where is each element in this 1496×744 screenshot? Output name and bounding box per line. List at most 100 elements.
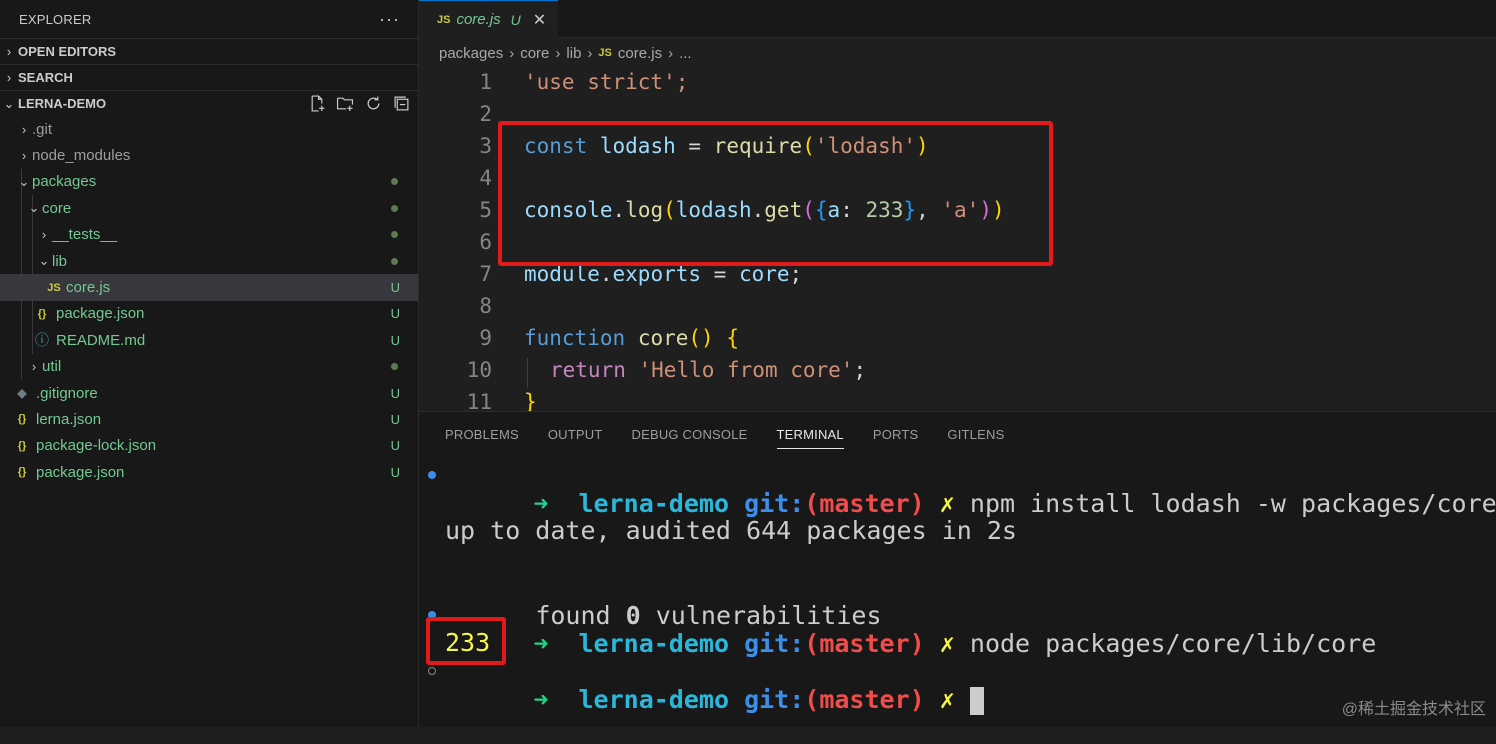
modified-dot-icon <box>391 257 398 265</box>
code-line: 11 } <box>419 386 537 411</box>
explorer-title: EXPLORER <box>19 11 92 27</box>
tree-item-lerna-json[interactable]: {} lerna.json U <box>0 406 418 432</box>
line-number: 5 <box>479 198 492 222</box>
breadcrumb-item[interactable]: core.js <box>618 45 662 62</box>
tree-item-label: package.json <box>36 463 125 481</box>
line-number: 1 <box>479 70 492 94</box>
code-line: 6 <box>419 226 492 258</box>
tab-debug-console[interactable]: DEBUG CONSOLE <box>632 427 748 442</box>
breadcrumb-item[interactable]: packages <box>439 45 503 62</box>
tab-bar: JS core.js U ✕ <box>419 0 1496 38</box>
tree-item-label: core.js <box>66 279 111 297</box>
line-number: 8 <box>479 294 492 318</box>
terminal[interactable]: ➜ lerna-demo git:(master) ✗ npm install … <box>419 456 1496 727</box>
command-pending-icon <box>428 667 436 675</box>
panel-tabs: PROBLEMS OUTPUT DEBUG CONSOLE TERMINAL P… <box>419 412 1496 456</box>
file-tree: › .git › node_modules ⌄ packages ⌄ core … <box>0 116 418 485</box>
new-file-icon[interactable] <box>308 95 326 113</box>
untracked-badge: U <box>390 280 400 296</box>
tree-item-label: .gitignore <box>36 384 98 402</box>
tree-item-package-lock-json[interactable]: {} package-lock.json U <box>0 433 418 459</box>
section-label: OPEN EDITORS <box>18 44 117 59</box>
new-folder-icon[interactable] <box>336 95 354 113</box>
tree-item-label: lib <box>52 252 68 270</box>
code-line: 1 'use strict'; <box>419 66 688 98</box>
tree-item-label: __tests__ <box>52 226 118 244</box>
section-search[interactable]: › SEARCH <box>0 64 418 90</box>
tab-ports[interactable]: PORTS <box>873 427 919 442</box>
js-file-icon: JS <box>437 13 451 26</box>
tab-label: core.js <box>456 11 501 28</box>
tree-item-label: util <box>42 358 62 376</box>
close-icon[interactable]: ✕ <box>533 10 546 30</box>
breadcrumb-item[interactable]: core <box>520 45 549 62</box>
tree-item-tests[interactable]: › __tests__ <box>0 222 418 248</box>
bottom-panel: PROBLEMS OUTPUT DEBUG CONSOLE TERMINAL P… <box>419 411 1496 727</box>
chevron-down-icon: ⌄ <box>38 253 50 269</box>
modified-dot-icon <box>391 231 398 239</box>
line-number: 10 <box>466 358 492 382</box>
chevron-right-icon: › <box>31 359 37 375</box>
code-line: 2 <box>419 98 492 130</box>
code-line: 8 <box>419 290 492 322</box>
breadcrumb-item[interactable]: ... <box>679 45 692 62</box>
tab-problems[interactable]: PROBLEMS <box>445 427 519 442</box>
breadcrumb: packages › core › lib › JS core.js › ... <box>439 44 692 62</box>
json-file-icon: {} <box>17 466 27 479</box>
refresh-icon[interactable] <box>364 95 382 113</box>
untracked-badge: U <box>390 332 400 348</box>
info-file-icon: ⓘ <box>35 332 49 349</box>
tree-item-label: package-lock.json <box>36 437 157 455</box>
explorer-header: EXPLORER ··· <box>0 0 418 38</box>
tree-item-root-package-json[interactable]: {} package.json U <box>0 459 418 485</box>
chevron-down-icon: ⌄ <box>28 200 40 216</box>
git-file-icon: ◆ <box>17 386 27 401</box>
tab-core-js[interactable]: JS core.js U ✕ <box>419 0 559 38</box>
highlight-box <box>498 121 1053 266</box>
tree-item-node-modules[interactable]: › node_modules <box>0 142 418 168</box>
modified-dot-icon <box>391 204 398 212</box>
modified-dot-icon <box>391 178 398 186</box>
collapse-all-icon[interactable] <box>392 95 410 113</box>
untracked-badge: U <box>390 464 400 480</box>
section-label: SEARCH <box>18 70 73 85</box>
json-file-icon: {} <box>17 413 27 426</box>
tree-item-packages[interactable]: ⌄ packages <box>0 169 418 195</box>
chevron-right-icon: › <box>6 44 12 59</box>
tree-item-core[interactable]: ⌄ core <box>0 195 418 221</box>
section-project[interactable]: ⌄ LERNA-DEMO <box>0 90 418 116</box>
tree-item-lib[interactable]: ⌄ lib <box>0 248 418 274</box>
tree-item-label: .git <box>32 120 53 138</box>
editor-area: JS core.js U ✕ packages › core › lib › JS c… <box>419 0 1496 411</box>
chevron-right-icon: › <box>21 121 27 137</box>
tree-item-core-js[interactable]: JS core.js U <box>0 274 418 301</box>
json-file-icon: {} <box>17 439 27 452</box>
breadcrumb-item[interactable]: lib <box>566 45 581 62</box>
section-open-editors[interactable]: › OPEN EDITORS <box>0 38 418 64</box>
terminal-cursor <box>969 687 984 715</box>
untracked-badge: U <box>390 411 400 427</box>
explorer-sidebar: EXPLORER ··· › OPEN EDITORS › SEARCH ⌄ L… <box>0 0 419 727</box>
tree-item-util[interactable]: › util <box>0 354 418 380</box>
tree-item-label: node_modules <box>32 147 131 165</box>
section-label: LERNA-DEMO <box>18 96 107 111</box>
tab-output[interactable]: OUTPUT <box>548 427 603 442</box>
code-line: 7 module.exports = core; <box>419 258 802 290</box>
line-number: 4 <box>479 166 492 190</box>
tab-terminal[interactable]: TERMINAL <box>776 427 844 449</box>
more-actions-icon[interactable]: ··· <box>379 9 400 30</box>
chevron-down-icon: ⌄ <box>3 95 15 111</box>
tree-item-package-json[interactable]: {} package.json U <box>0 301 418 327</box>
tree-item-readme[interactable]: ⓘ README.md U <box>0 327 418 353</box>
tree-item-git[interactable]: › .git <box>0 116 418 142</box>
tree-item-label: packages <box>32 173 97 191</box>
tree-item-label: lerna.json <box>36 410 102 428</box>
json-file-icon: {} <box>37 307 47 320</box>
tree-item-label: core <box>42 199 72 217</box>
code-line: 9 function core() { <box>419 322 739 354</box>
tab-gitlens[interactable]: GITLENS <box>947 427 1004 442</box>
tree-item-gitignore[interactable]: ◆ .gitignore U <box>0 380 418 406</box>
untracked-badge: U <box>510 11 521 28</box>
line-number: 6 <box>479 230 492 254</box>
untracked-badge: U <box>390 438 400 454</box>
